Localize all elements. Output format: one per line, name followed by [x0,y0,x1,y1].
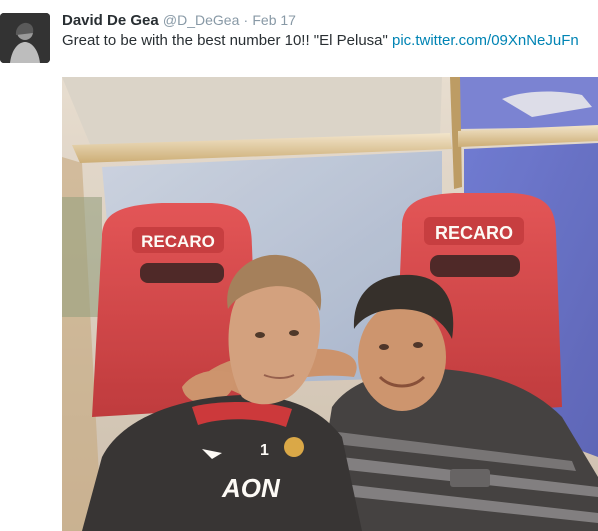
user-handle[interactable]: @D_DeGea [163,12,239,28]
media-link[interactable]: pic.twitter.com/09XnNeJuFn [392,32,579,49]
tweet-card: David De Gea @D_DeGea · Feb 17 Great to … [0,0,598,531]
tweet-header: David De Gea @D_DeGea · Feb 17 [62,10,296,31]
tweet-text: Great to be with the best number 10!! "E… [62,31,579,51]
tweet-photo[interactable]: RECARO RECARO 1 AON [62,77,598,531]
separator: · [243,12,249,28]
avatar-photo [0,13,50,63]
timestamp[interactable]: Feb 17 [252,12,296,28]
display-name[interactable]: David De Gea [62,12,159,29]
photo-scene: RECARO RECARO 1 AON [62,77,598,531]
tweet-body: Great to be with the best number 10!! "E… [62,32,388,49]
avatar[interactable] [0,13,50,63]
photo-filter [62,77,598,531]
